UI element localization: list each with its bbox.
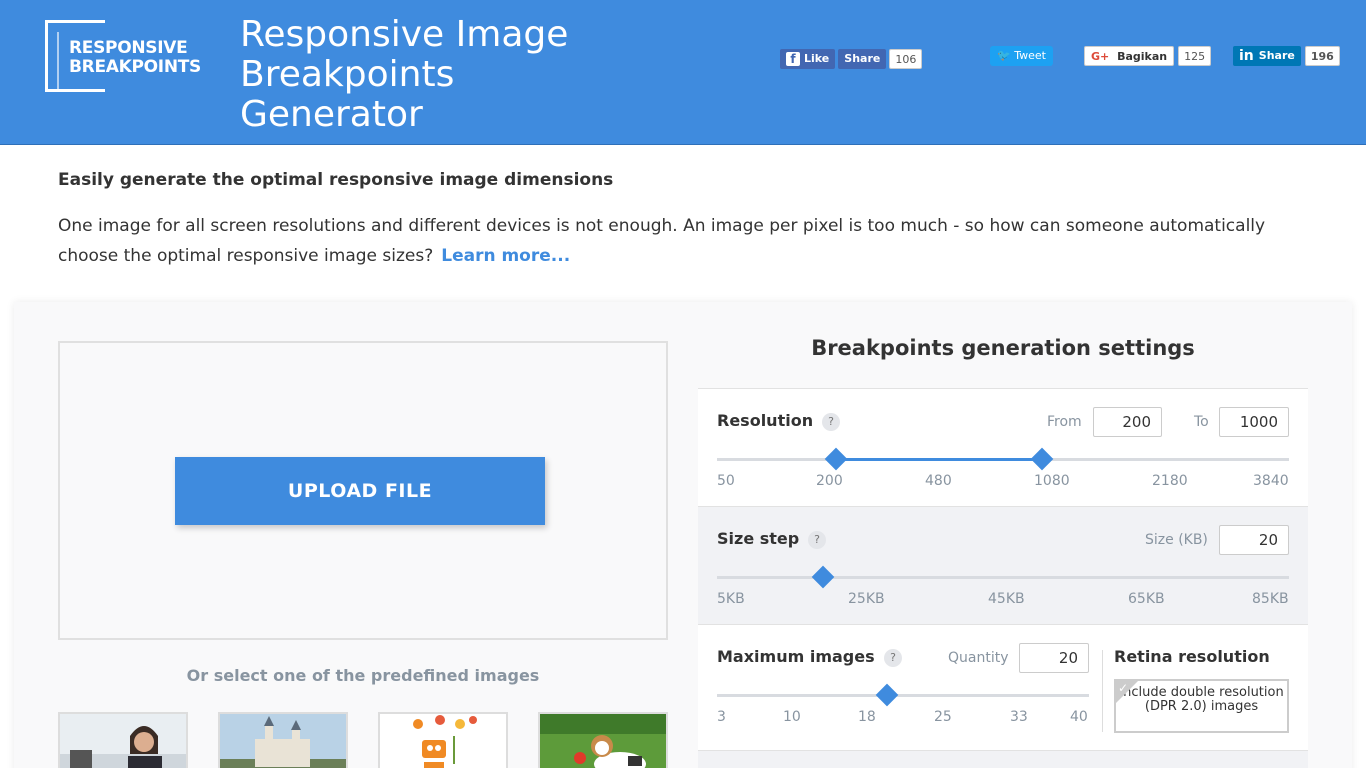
resolution-from-label: From xyxy=(1047,414,1082,430)
resolution-to-input[interactable]: 1000 xyxy=(1219,407,1289,437)
predefined-image-castle[interactable] xyxy=(218,712,348,768)
resolution-to-label: To xyxy=(1194,414,1209,430)
resolution-from-input[interactable]: 200 xyxy=(1093,407,1162,437)
tweet-label: Tweet xyxy=(1014,49,1046,62)
predefined-image-robot[interactable] xyxy=(378,712,508,768)
resolution-section xyxy=(698,388,1308,506)
resolution-tick: 480 xyxy=(925,473,952,489)
title-line1: Responsive Image xyxy=(240,14,569,55)
facebook-like-label: Like xyxy=(804,52,830,65)
google-widget: G+ Bagikan 125 xyxy=(1084,46,1212,66)
size-kb-label: Size (KB) xyxy=(1145,532,1208,548)
retina-checkbox[interactable]: ✓ Include double resolution (DPR 2.0) im… xyxy=(1114,679,1289,733)
twitter-icon: 🐦 xyxy=(997,49,1011,62)
twitter-tweet-button[interactable]: 🐦 Tweet xyxy=(990,46,1053,66)
title-line2: Breakpoints xyxy=(240,54,455,95)
intro-heading: Easily generate the optimal responsive i… xyxy=(58,170,614,190)
castle-thumbnail xyxy=(220,714,346,768)
section-divider xyxy=(1102,650,1103,732)
max-images-tick: 40 xyxy=(1070,709,1088,725)
max-images-tick: 18 xyxy=(858,709,876,725)
size-step-tick: 5KB xyxy=(717,591,745,607)
facebook-like-button[interactable]: f Like xyxy=(780,49,836,69)
dog-thumbnail xyxy=(540,714,666,768)
google-share-button[interactable]: G+ Bagikan xyxy=(1084,46,1175,66)
linkedin-icon: in xyxy=(1239,48,1254,64)
facebook-share-button[interactable]: Share xyxy=(838,49,887,69)
size-step-help-icon[interactable]: ? xyxy=(808,531,826,549)
max-images-tick: 33 xyxy=(1010,709,1028,725)
google-plus-icon: G+ xyxy=(1091,50,1110,63)
resolution-tick: 3840 xyxy=(1253,473,1289,489)
size-step-slider-track[interactable] xyxy=(717,576,1289,579)
resolution-help-icon[interactable]: ? xyxy=(822,413,840,431)
max-images-help-icon[interactable]: ? xyxy=(884,649,902,667)
title-line3: Generator xyxy=(240,94,423,135)
predefined-image-woman[interactable] xyxy=(58,712,188,768)
quantity-input[interactable]: 20 xyxy=(1019,643,1089,673)
settings-title: Breakpoints generation settings xyxy=(811,336,1195,360)
size-step-tick: 65KB xyxy=(1128,591,1165,607)
resolution-tick: 1080 xyxy=(1034,473,1070,489)
size-step-tick: 85KB xyxy=(1252,591,1289,607)
facebook-widget: f Like Share 106 xyxy=(780,49,923,69)
page-title: Responsive Image Breakpoints Generator xyxy=(240,15,640,135)
retina-option-label: Include double resolution (DPR 2.0) imag… xyxy=(1119,685,1284,714)
size-step-tick: 25KB xyxy=(848,591,885,607)
size-step-label: Size step xyxy=(717,529,800,548)
logo-text-line2: BREAKPOINTS xyxy=(69,57,201,77)
max-images-tick: 3 xyxy=(717,709,726,725)
intro-text: One image for all screen resolutions and… xyxy=(58,211,1278,271)
upload-file-button[interactable]: UPLOAD FILE xyxy=(175,457,545,525)
resolution-tick: 200 xyxy=(816,473,843,489)
intro-paragraph: One image for all screen resolutions and… xyxy=(58,216,1266,266)
facebook-count: 106 xyxy=(889,49,923,69)
max-images-tick: 25 xyxy=(934,709,952,725)
predefined-image-dog[interactable] xyxy=(538,712,668,768)
google-share-label: Bagikan xyxy=(1117,50,1168,63)
robot-thumbnail xyxy=(380,714,506,768)
quantity-label: Quantity xyxy=(948,650,1009,666)
next-settings-section xyxy=(698,750,1308,768)
max-images-slider-track[interactable] xyxy=(717,694,1089,697)
resolution-slider-range xyxy=(836,458,1042,461)
size-kb-input[interactable]: 20 xyxy=(1219,525,1289,555)
linkedin-widget: in Share 196 xyxy=(1233,46,1340,66)
max-images-label: Maximum images xyxy=(717,647,875,666)
site-logo[interactable]: RESPONSIVE BREAKPOINTS xyxy=(45,20,201,92)
resolution-tick: 50 xyxy=(717,473,735,489)
facebook-icon: f xyxy=(786,52,800,66)
checkmark-icon: ✓ xyxy=(1116,681,1138,703)
linkedin-count: 196 xyxy=(1304,46,1340,66)
resolution-label: Resolution xyxy=(717,411,814,430)
linkedin-share-button[interactable]: in Share xyxy=(1233,46,1301,66)
woman-thumbnail xyxy=(60,714,186,768)
site-header: RESPONSIVE BREAKPOINTS Responsive Image … xyxy=(0,0,1366,145)
google-count: 125 xyxy=(1178,46,1212,66)
size-step-tick: 45KB xyxy=(988,591,1025,607)
retina-label: Retina resolution xyxy=(1114,647,1270,666)
max-images-tick: 10 xyxy=(783,709,801,725)
learn-more-link[interactable]: Learn more... xyxy=(441,246,570,266)
logo-text-line1: RESPONSIVE xyxy=(69,38,188,58)
linkedin-share-label: Share xyxy=(1258,49,1295,62)
predefined-images-label: Or select one of the predefined images xyxy=(186,666,540,685)
resolution-tick: 2180 xyxy=(1152,473,1188,489)
